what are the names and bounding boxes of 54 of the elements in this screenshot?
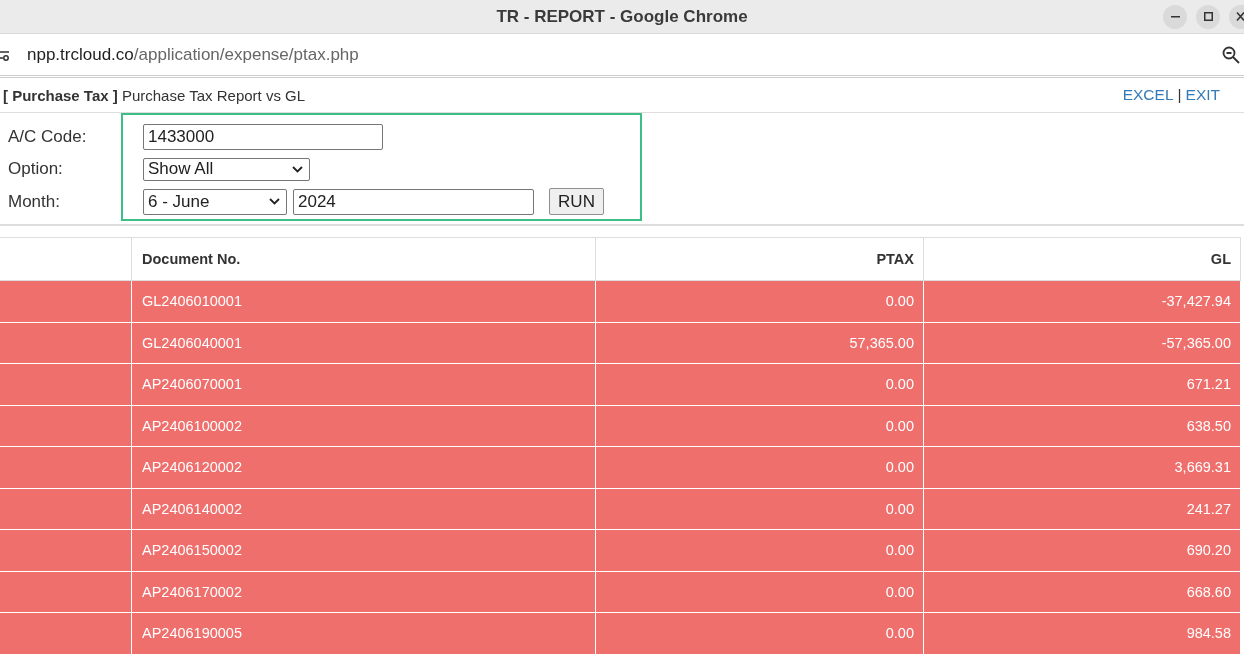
- run-button[interactable]: RUN: [549, 188, 604, 215]
- column-header: Document No.: [132, 238, 596, 280]
- field-label: Option:: [8, 159, 63, 179]
- table-cell: AP2406120002: [132, 447, 596, 488]
- account-code-input[interactable]: 1433000: [143, 124, 383, 150]
- table-cell: 0.00: [596, 530, 924, 571]
- table-cell: 0.00: [596, 488, 924, 529]
- field-label: A/C Code:: [8, 127, 87, 147]
- table-cell: 241.27: [924, 488, 1241, 529]
- field-label: Month:: [8, 191, 60, 212]
- table-cell: AP2406190005: [132, 613, 596, 654]
- table-cell: AP2406170002: [132, 571, 596, 612]
- table-cell: 0.00: [596, 405, 924, 446]
- table-cell: -57,365.00: [924, 322, 1241, 363]
- year-input[interactable]: 2024: [293, 188, 534, 215]
- table-cell: 638.50: [924, 405, 1241, 446]
- sliders-icon: [0, 48, 10, 61]
- table-cell: AP2406150002: [132, 530, 596, 571]
- table-cell: AP2406100002: [132, 405, 596, 446]
- minimize-icon: [1170, 15, 1180, 18]
- exit-link[interactable]: EXIT: [1185, 86, 1220, 104]
- maximize-icon: [1203, 12, 1213, 21]
- maximize-button[interactable]: [1196, 4, 1220, 29]
- table-cell: AP2406140002: [132, 488, 596, 529]
- table-cell: 668.60: [924, 571, 1241, 612]
- window-title: TR - REPORT - Google Chrome: [496, 6, 748, 27]
- table-cell: 0.00: [596, 571, 924, 612]
- minimize-button[interactable]: [1163, 4, 1187, 29]
- url-text: npp.trcloud.co/application/expense/ptax.php: [27, 44, 360, 65]
- column-header: GL: [924, 238, 1241, 280]
- table-cell: -37,427.94: [924, 281, 1241, 322]
- table-cell: 690.20: [924, 530, 1241, 571]
- table-cell: 0.00: [596, 364, 924, 405]
- table-cell: AP2406070001: [132, 364, 596, 405]
- table-cell: 0.00: [596, 281, 924, 322]
- zoom-out-icon[interactable]: [1222, 45, 1240, 64]
- month-select[interactable]: 6 - June: [143, 188, 287, 215]
- table-cell: GL2406010001: [132, 281, 596, 322]
- close-icon: [1236, 12, 1244, 21]
- column-header: PTAX: [596, 238, 924, 280]
- chevron-down-icon: [269, 198, 280, 205]
- table-cell: 0.00: [596, 447, 924, 488]
- table-cell: 57,365.00: [596, 322, 924, 363]
- option-select[interactable]: Show All: [143, 157, 310, 181]
- page-title: [ Purchase Tax ] Purchase Tax Report vs GL: [3, 86, 306, 104]
- table-cell: 671.21: [924, 364, 1241, 405]
- table-cell: 984.58: [924, 613, 1241, 654]
- close-button[interactable]: [1229, 4, 1244, 29]
- excel-link[interactable]: EXCEL: [1122, 86, 1174, 104]
- link-separator: |: [1177, 86, 1182, 104]
- table-cell: GL2406040001: [132, 322, 596, 363]
- table-cell: 3,669.31: [924, 447, 1241, 488]
- chevron-down-icon: [292, 165, 303, 173]
- table-cell: 0.00: [596, 613, 924, 654]
